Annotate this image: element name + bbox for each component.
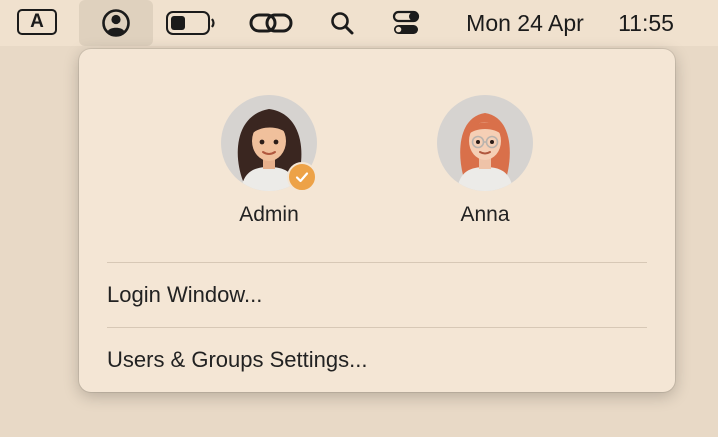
control-center-button[interactable] (386, 0, 426, 46)
user-account-anna[interactable]: Anna (405, 95, 565, 227)
menu-divider (107, 262, 647, 263)
user-circle-icon (102, 9, 130, 37)
input-source-button[interactable]: A (17, 9, 57, 35)
memoji-avatar-icon (457, 113, 513, 191)
user-switcher-menu: Admin Anna Login Window... Users & Group… (79, 49, 675, 392)
spotlight-button[interactable] (322, 0, 362, 46)
battery-status[interactable] (163, 0, 219, 46)
menu-divider (107, 327, 647, 328)
menu-bar: A Mon 24 Apr 11:55 (0, 0, 718, 46)
link-status-button[interactable] (248, 0, 294, 46)
users-groups-settings-menu-item[interactable]: Users & Groups Settings... (107, 338, 647, 382)
fast-user-switching-button[interactable] (79, 0, 153, 46)
user-name: Anna (460, 203, 510, 226)
checkmark-icon (295, 172, 309, 183)
menu-bar-clock-time[interactable]: 11:55 (608, 0, 684, 46)
menu-bar-clock-date[interactable]: Mon 24 Apr (452, 0, 598, 46)
battery-icon (166, 11, 215, 35)
current-user-badge (287, 162, 317, 192)
link-icon (249, 13, 293, 33)
user-avatar (437, 95, 533, 191)
control-center-icon (392, 10, 420, 34)
search-icon (331, 12, 354, 35)
user-name: Admin (239, 203, 299, 226)
login-window-menu-item[interactable]: Login Window... (107, 273, 647, 317)
input-source-label: A (30, 11, 44, 32)
user-account-admin[interactable]: Admin (189, 95, 349, 227)
